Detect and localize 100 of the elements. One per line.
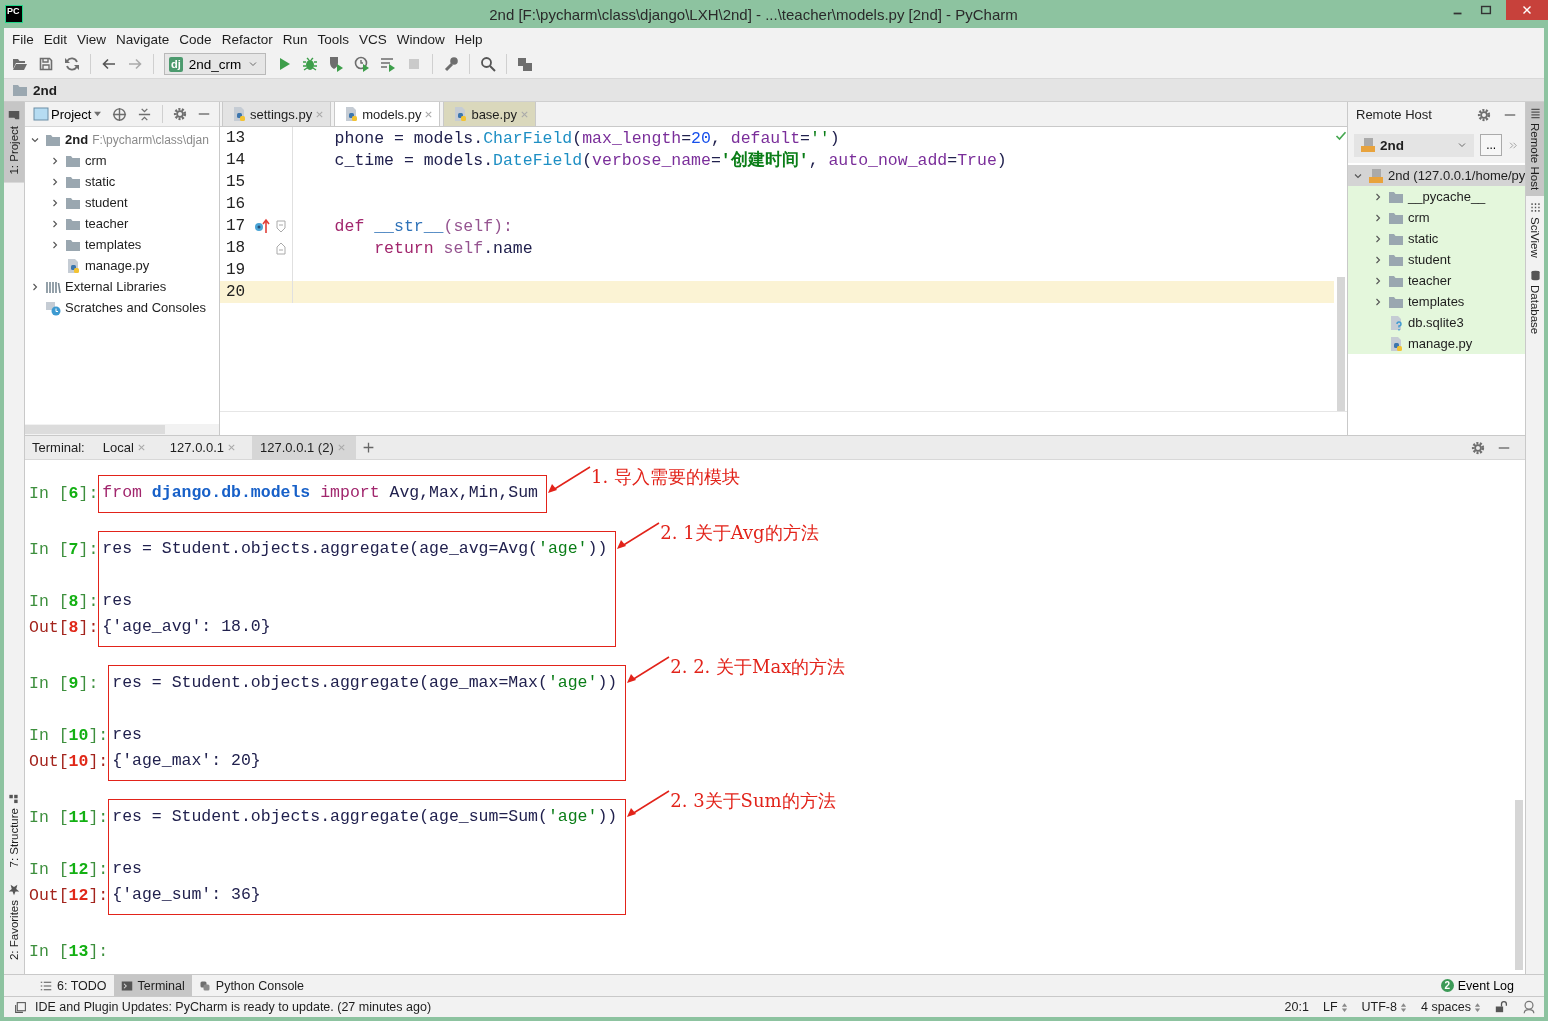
status-item[interactable]: 20:1 [1284, 1000, 1309, 1014]
person-icon[interactable] [1522, 1000, 1536, 1014]
tool-window-tab[interactable]: Python Console [191, 974, 312, 997]
tree-row[interactable]: db.sqlite3 [1348, 312, 1525, 333]
annotation-note: 1. 导入需要的模块 [591, 465, 740, 489]
line-number: 15 [225, 173, 247, 191]
line-number: 14 [225, 151, 247, 169]
back-arrow-icon[interactable] [101, 56, 117, 72]
tree-item-label[interactable]: student [85, 195, 128, 210]
settings-icon[interactable] [173, 107, 188, 121]
scrollbar[interactable] [25, 425, 165, 434]
menu-item[interactable]: Window [391, 31, 450, 47]
menu-item[interactable]: Navigate [111, 31, 175, 47]
override-icon[interactable] [254, 218, 270, 234]
crosshair-icon[interactable] [112, 106, 128, 122]
breadcrumb-item[interactable]: 2nd [33, 82, 57, 98]
fold-icon[interactable] [276, 219, 286, 233]
event-log-button[interactable]: 2 Event Log [1440, 978, 1514, 993]
code-line: def __str__(self): [333, 216, 513, 236]
profiler-icon[interactable] [354, 56, 371, 72]
menu-item[interactable]: File [7, 31, 39, 47]
code-line: res [102, 591, 133, 610]
search-icon[interactable] [480, 56, 497, 72]
close-icon[interactable] [424, 109, 434, 119]
save-icon[interactable] [38, 56, 54, 72]
menu-item[interactable]: Help [449, 31, 488, 47]
close-button[interactable] [1506, 0, 1548, 20]
editor-tab[interactable]: models.py [334, 102, 441, 126]
menu-item[interactable]: Code [174, 31, 217, 47]
prompt: In [9]: [29, 673, 99, 693]
session-tab[interactable]: Local [94, 435, 156, 460]
tool-window-button[interactable]: 1: Project [4, 102, 24, 183]
server-dropdown[interactable]: 2nd [1354, 133, 1475, 157]
stack-icon[interactable] [517, 56, 534, 72]
prompt: In [6]: [29, 483, 99, 503]
tool-window-button[interactable]: 7: Structure [4, 785, 24, 876]
fold-icon[interactable] [276, 241, 286, 255]
tree-item-label[interactable]: 2nd [65, 132, 89, 147]
tree-row[interactable]: __pycache__ [1348, 186, 1525, 207]
session-tab[interactable]: 127.0.0.1 (2) [252, 435, 356, 460]
tree-item-label[interactable]: static [85, 174, 116, 189]
collapse-all-icon[interactable] [137, 106, 153, 122]
tree-item-label[interactable]: teacher [85, 216, 129, 231]
wrench-icon[interactable] [443, 56, 460, 72]
menu-item[interactable]: VCS [353, 31, 392, 47]
tree-item-label[interactable]: crm [85, 153, 107, 168]
tool-window-button[interactable]: Database [1526, 263, 1544, 341]
tree-item-label[interactable]: manage.py [85, 258, 150, 273]
bug-icon[interactable] [302, 56, 319, 72]
tool-window-tab[interactable]: Terminal [113, 974, 192, 997]
tree-row[interactable]: static [1348, 228, 1525, 249]
line-number: 19 [225, 261, 247, 279]
tree-item-label[interactable]: templates [85, 237, 142, 252]
status-item[interactable]: LF [1322, 1000, 1338, 1014]
maximize-icon[interactable] [1479, 3, 1493, 17]
annotation-note: 2. 3关于Sum的方法 [670, 789, 836, 813]
code-line: res = Student.objects.aggregate(age_max=Max('age')) [112, 673, 618, 692]
menu-item[interactable]: View [72, 31, 112, 47]
tree-row[interactable]: templates [1348, 291, 1525, 312]
tree-item-label[interactable]: Scratches and Consoles [65, 300, 206, 315]
refresh-icon[interactable] [64, 56, 80, 72]
tree-row[interactable]: crm [1348, 207, 1525, 228]
window-icon [33, 106, 49, 122]
menu-item[interactable]: Tools [312, 31, 354, 47]
session-tab[interactable]: 127.0.0.1 [161, 435, 247, 460]
run-list-icon[interactable] [380, 56, 397, 72]
window-title: 2nd [F:\pycharm\class\django\LXH\2nd] - ...\teacher\models.py [2nd] - PyCharm [488, 5, 1019, 23]
tree-row[interactable]: 2nd (127.0.0.1/home/py [1348, 165, 1525, 186]
menu-item[interactable]: Edit [38, 31, 73, 47]
add-icon[interactable] [361, 441, 375, 454]
tree-item-label[interactable]: External Libraries [65, 279, 167, 294]
selector-arrows-icon [1399, 1001, 1407, 1013]
more-button[interactable]: ... [1480, 134, 1502, 156]
menu-item[interactable]: Refactor [216, 31, 278, 47]
run-config-dropdown[interactable]: dj 2nd_crm [164, 53, 267, 75]
tree-row[interactable]: teacher [1348, 270, 1525, 291]
coverage-icon[interactable] [328, 56, 345, 72]
settings-icon[interactable] [1471, 440, 1485, 455]
run-config-label: 2nd_crm [188, 56, 242, 72]
scrollbar[interactable] [1336, 277, 1345, 411]
tree-row[interactable]: student [1348, 249, 1525, 270]
server-icon [1368, 167, 1384, 184]
settings-icon[interactable] [1477, 107, 1491, 122]
lock-icon[interactable] [1495, 1000, 1508, 1013]
code-line: return self.name [373, 238, 533, 258]
status-item[interactable]: 4 spaces [1420, 1000, 1471, 1014]
tree-row[interactable]: manage.py [1348, 333, 1525, 354]
notifications-icon[interactable] [14, 1000, 27, 1014]
tool-window-button[interactable]: Remote Host [1526, 102, 1544, 197]
tool-window-button[interactable]: 2: Favorites [4, 875, 24, 968]
editor-tab[interactable]: base.py [443, 102, 536, 126]
scrollbar[interactable] [1514, 800, 1523, 970]
tool-window-tab[interactable]: 6: TODO [33, 974, 114, 997]
status-item[interactable]: UTF-8 [1361, 1000, 1397, 1014]
open-folder-icon[interactable] [12, 56, 28, 72]
menu-item[interactable]: Run [277, 31, 313, 47]
path-text: F:\pycharm\class\djan [92, 132, 209, 147]
code-line: from django.db.models import Avg,Max,Min,Sum [102, 483, 539, 502]
editor-tab[interactable]: settings.py [222, 102, 332, 126]
tool-window-button[interactable]: SciView [1526, 196, 1544, 264]
